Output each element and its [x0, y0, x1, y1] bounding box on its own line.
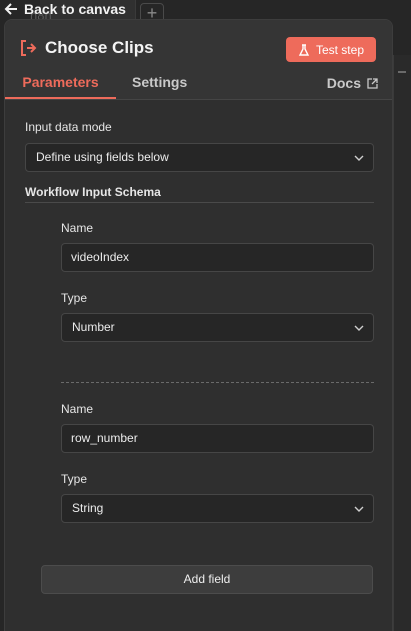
- minimize-icon: [398, 71, 406, 73]
- chevron-down-icon: [354, 155, 364, 161]
- input-data-mode-value: Define using fields below: [36, 150, 169, 164]
- field-2-type-label: Type: [61, 472, 88, 486]
- panel-header: Choose Clips Test step Parameters Settin…: [5, 20, 392, 100]
- chevron-down-icon: [354, 506, 364, 512]
- field-2-name-input[interactable]: row_number: [61, 424, 374, 453]
- node-panel: Choose Clips Test step Parameters Settin…: [4, 19, 393, 631]
- external-link-icon: [367, 77, 378, 89]
- input-data-mode-label: Input data mode: [25, 120, 112, 134]
- test-step-label: Test step: [315, 42, 364, 57]
- field-1-type-value: Number: [72, 320, 115, 334]
- tab-docs[interactable]: Docs: [327, 67, 378, 99]
- field-1-type-select[interactable]: Number: [61, 313, 374, 342]
- field-separator: [61, 382, 374, 383]
- field-2-name-label: Name: [61, 402, 94, 416]
- node-title: Choose Clips: [45, 38, 154, 57]
- field-2-type-value: String: [72, 501, 104, 515]
- field-2-type-select[interactable]: String: [61, 494, 374, 523]
- panel-tabs: Parameters Settings Docs: [5, 67, 392, 99]
- back-to-canvas-link[interactable]: Back to canvas: [4, 0, 126, 18]
- back-to-canvas-label: Back to canvas: [24, 1, 126, 17]
- schema-divider: [25, 202, 374, 203]
- docs-label: Docs: [326, 75, 361, 91]
- arrow-left-icon: [4, 3, 17, 15]
- tab-parameters[interactable]: Parameters: [5, 67, 116, 99]
- field-1-type-label: Type: [61, 291, 88, 305]
- test-step-button[interactable]: Test step: [285, 37, 376, 62]
- input-data-mode-select[interactable]: Define using fields below: [25, 143, 374, 172]
- tab-settings[interactable]: Settings: [132, 67, 187, 99]
- execute-workflow-icon: [21, 40, 37, 56]
- chevron-down-icon: [354, 325, 364, 331]
- schema-title: Workflow Input Schema: [25, 185, 161, 199]
- flask-icon: [298, 43, 310, 56]
- canvas-right-edge: [393, 55, 411, 631]
- field-1-name-input[interactable]: videoIndex: [61, 243, 374, 272]
- add-field-button[interactable]: Add field: [41, 565, 373, 594]
- field-1-name-label: Name: [61, 221, 94, 235]
